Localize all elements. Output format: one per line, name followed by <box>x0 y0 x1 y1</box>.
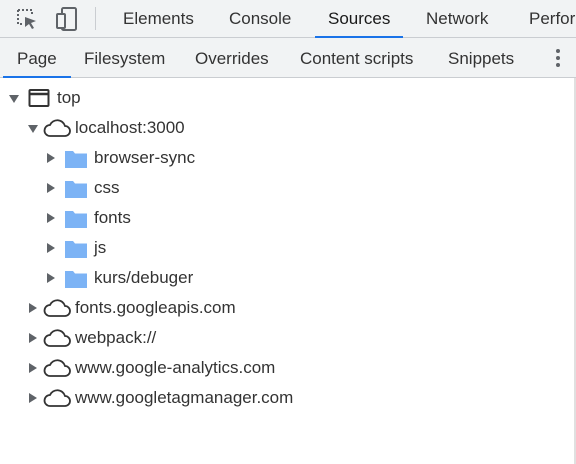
tree-item-label: webpack:// <box>75 328 157 347</box>
collapsed-arrow-icon[interactable] <box>47 213 55 223</box>
cloud-icon <box>43 359 71 377</box>
tab-network[interactable]: Network <box>426 0 488 37</box>
tree-item-domain[interactable]: www.googletagmanager.com <box>0 383 576 413</box>
expanded-arrow-icon[interactable] <box>9 95 19 103</box>
toolbar-separator <box>95 7 96 30</box>
collapsed-arrow-icon[interactable] <box>47 273 55 283</box>
collapsed-arrow-icon[interactable] <box>47 183 55 193</box>
tree-item-localhost[interactable]: localhost:3000 <box>0 113 576 143</box>
collapsed-arrow-icon[interactable] <box>29 333 37 343</box>
tab-performance[interactable]: Perfor <box>529 0 575 37</box>
folder-icon <box>65 151 87 168</box>
expanded-arrow-icon[interactable] <box>28 125 38 133</box>
cloud-icon <box>43 389 71 407</box>
tree-item-folder[interactable]: kurs/debuger <box>0 263 576 293</box>
tree-item-label: fonts <box>94 208 131 227</box>
tree-item-folder[interactable]: fonts <box>0 203 576 233</box>
collapsed-arrow-icon[interactable] <box>47 243 55 253</box>
tab-console[interactable]: Console <box>229 0 291 37</box>
more-options-icon[interactable] <box>552 46 564 70</box>
tree-item-folder[interactable]: browser-sync <box>0 143 576 173</box>
frame-icon <box>28 89 50 107</box>
tab-overrides[interactable]: Overrides <box>195 38 269 77</box>
folder-icon <box>65 271 87 288</box>
tab-elements[interactable]: Elements <box>123 0 194 37</box>
collapsed-arrow-icon[interactable] <box>29 303 37 313</box>
tab-sources[interactable]: Sources <box>314 0 404 38</box>
main-toolbar: Elements Console Sources Network Perfor <box>0 0 576 38</box>
tree-item-label: js <box>94 238 107 257</box>
tree-item-label: www.googletagmanager.com <box>75 388 294 407</box>
collapsed-arrow-icon[interactable] <box>29 363 37 373</box>
tree-item-label: www.google-analytics.com <box>75 358 276 377</box>
device-toolbar-icon[interactable] <box>54 6 80 32</box>
tree-item-top[interactable]: top <box>0 83 576 113</box>
tree-item-label: top <box>57 88 81 107</box>
tree-item-folder[interactable]: css <box>0 173 576 203</box>
tree-item-label: fonts.googleapis.com <box>75 298 236 317</box>
tab-snippets[interactable]: Snippets <box>448 38 514 77</box>
cloud-icon <box>43 119 71 137</box>
tree-item-label: kurs/debuger <box>94 268 194 287</box>
inspect-element-icon[interactable] <box>14 6 40 32</box>
cloud-icon <box>43 299 71 317</box>
folder-icon <box>65 241 87 258</box>
cloud-icon <box>43 329 71 347</box>
folder-icon <box>65 211 87 228</box>
tree-item-domain[interactable]: fonts.googleapis.com <box>0 293 576 323</box>
tree-item-domain[interactable]: webpack:// <box>0 323 576 353</box>
tree-item-domain[interactable]: www.google-analytics.com <box>0 353 576 383</box>
tree-item-label: browser-sync <box>94 148 196 167</box>
collapsed-arrow-icon[interactable] <box>29 393 37 403</box>
tab-content-scripts[interactable]: Content scripts <box>300 38 413 77</box>
tree-item-label: css <box>94 178 120 197</box>
tree-item-label: localhost:3000 <box>75 118 185 137</box>
tab-page[interactable]: Page <box>3 38 71 78</box>
tree-item-folder[interactable]: js <box>0 233 576 263</box>
collapsed-arrow-icon[interactable] <box>47 153 55 163</box>
tab-filesystem[interactable]: Filesystem <box>84 38 165 77</box>
folder-icon <box>65 181 87 198</box>
navigator-tabbar: Page Filesystem Overrides Content script… <box>0 38 576 78</box>
